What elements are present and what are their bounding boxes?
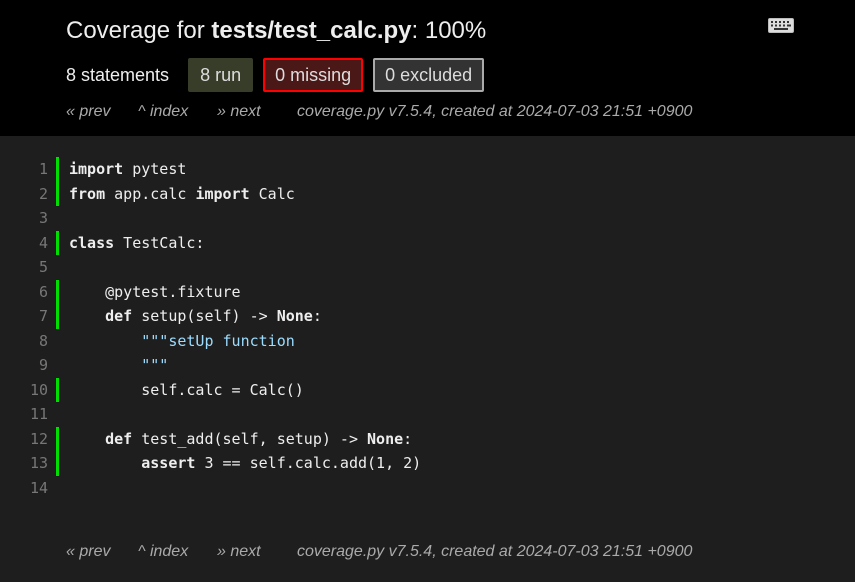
source-line: 14 — [0, 476, 855, 501]
string-token: """setUp function — [69, 331, 295, 350]
title-suffix: : 100% — [411, 17, 487, 44]
keyboard-icon[interactable] — [768, 18, 794, 33]
code-token: pytest — [123, 160, 187, 178]
created-info-bottom: coverage.py v7.5.4, created at 2024-07-0… — [297, 543, 693, 560]
code-token: : — [312, 307, 322, 325]
code-token: self.calc = Calc() — [69, 380, 304, 399]
excluded-filter-button[interactable]: 0 excluded — [373, 58, 485, 92]
keyword-token: None — [367, 429, 404, 448]
source-line: 5 — [0, 255, 855, 280]
code-token: app.calc — [105, 184, 196, 203]
line-code: """setUp function — [56, 329, 295, 354]
source-listing: 1 import pytest 2 from app.calc import Calc… — [0, 157, 855, 500]
source-line: 6 @pytest.fixture — [0, 279, 855, 305]
line-number[interactable]: 14 — [0, 476, 48, 501]
prev-link[interactable]: « prev — [66, 103, 138, 121]
source-line: 2 from app.calc import Calc — [0, 181, 855, 207]
line-number[interactable]: 10 — [0, 378, 48, 403]
line-number[interactable]: 11 — [0, 402, 48, 427]
line-number[interactable]: 1 — [0, 157, 48, 182]
source-line: 9 """ — [0, 353, 855, 378]
source-line: 12 def test_add(self, setup) -> None: — [0, 426, 855, 452]
line-code: from app.calc import Calc — [56, 181, 295, 206]
top-nav: « prev ^ index » next coverage.py v7.5.4… — [66, 103, 692, 121]
index-link[interactable]: ^ index — [138, 103, 217, 121]
line-number[interactable]: 8 — [0, 329, 48, 354]
keyword-token: from — [69, 184, 106, 203]
line-code: def setup(self) -> None: — [56, 304, 322, 329]
line-code: assert 3 == self.calc.add(1, 2) — [56, 451, 421, 476]
line-code: self.calc = Calc() — [56, 377, 304, 402]
stats-bar: 8 statements 8 run 0 missing 0 excluded — [66, 58, 494, 92]
created-info: coverage.py v7.5.4, created at 2024-07-0… — [297, 103, 693, 120]
source-line: 3 — [0, 206, 855, 231]
page-title: Coverage for tests/test_calc.py: 100% — [66, 17, 486, 45]
bottom-nav: « prev ^ index » next coverage.py v7.5.4… — [66, 543, 692, 561]
code-token: : — [403, 429, 413, 448]
line-code: """ — [56, 353, 168, 378]
source-line: 13 assert 3 == self.calc.add(1, 2) — [0, 451, 855, 476]
line-number[interactable]: 9 — [0, 353, 48, 378]
line-number[interactable]: 12 — [0, 427, 48, 452]
source-line: 11 — [0, 402, 855, 427]
header: Coverage for tests/test_calc.py: 100% 8 … — [0, 0, 855, 136]
line-number[interactable]: 5 — [0, 255, 48, 280]
statements-count: 8 statements — [66, 64, 170, 85]
line-number[interactable]: 7 — [0, 304, 48, 329]
code-token: setup(self) -> — [132, 307, 277, 325]
next-link-bottom[interactable]: » next — [217, 543, 297, 561]
keyword-token: assert — [141, 454, 196, 472]
missing-filter-button[interactable]: 0 missing — [263, 58, 364, 92]
line-number[interactable]: 2 — [0, 182, 48, 207]
keyword-token: class — [69, 233, 115, 252]
title-prefix: Coverage for — [66, 17, 212, 44]
keyword-token: None — [276, 307, 313, 325]
next-link[interactable]: » next — [217, 103, 297, 121]
line-number[interactable]: 3 — [0, 206, 48, 231]
code-token: 3 == self.calc.add(1, 2) — [195, 454, 422, 472]
prev-link-bottom[interactable]: « prev — [66, 543, 138, 561]
run-filter-button[interactable]: 8 run — [188, 58, 254, 92]
index-link-bottom[interactable]: ^ index — [138, 543, 217, 561]
line-code: class TestCalc: — [56, 230, 205, 255]
line-number[interactable]: 6 — [0, 280, 48, 305]
keyword-token: def — [105, 307, 133, 325]
source-line: 1 import pytest — [0, 157, 855, 182]
keyword-token: import — [69, 160, 124, 178]
source-line: 10 self.calc = Calc() — [0, 377, 855, 403]
code-token: @pytest.fixture — [69, 282, 241, 301]
line-number[interactable]: 13 — [0, 451, 48, 476]
source-line: 7 def setup(self) -> None: — [0, 304, 855, 329]
keyword-token: import — [195, 184, 250, 203]
source-line: 4 class TestCalc: — [0, 230, 855, 256]
code-token: Calc — [249, 184, 295, 203]
line-code: import pytest — [56, 157, 186, 182]
line-code: @pytest.fixture — [56, 279, 241, 304]
code-token: TestCalc: — [114, 233, 205, 252]
line-code: def test_add(self, setup) -> None: — [56, 426, 413, 451]
keyword-token: def — [105, 429, 133, 448]
string-token: """ — [69, 356, 169, 374]
line-number[interactable]: 4 — [0, 231, 48, 256]
code-token: test_add(self, setup) -> — [132, 429, 368, 448]
source-line: 8 """setUp function — [0, 329, 855, 354]
title-file: tests/test_calc.py — [211, 17, 412, 44]
